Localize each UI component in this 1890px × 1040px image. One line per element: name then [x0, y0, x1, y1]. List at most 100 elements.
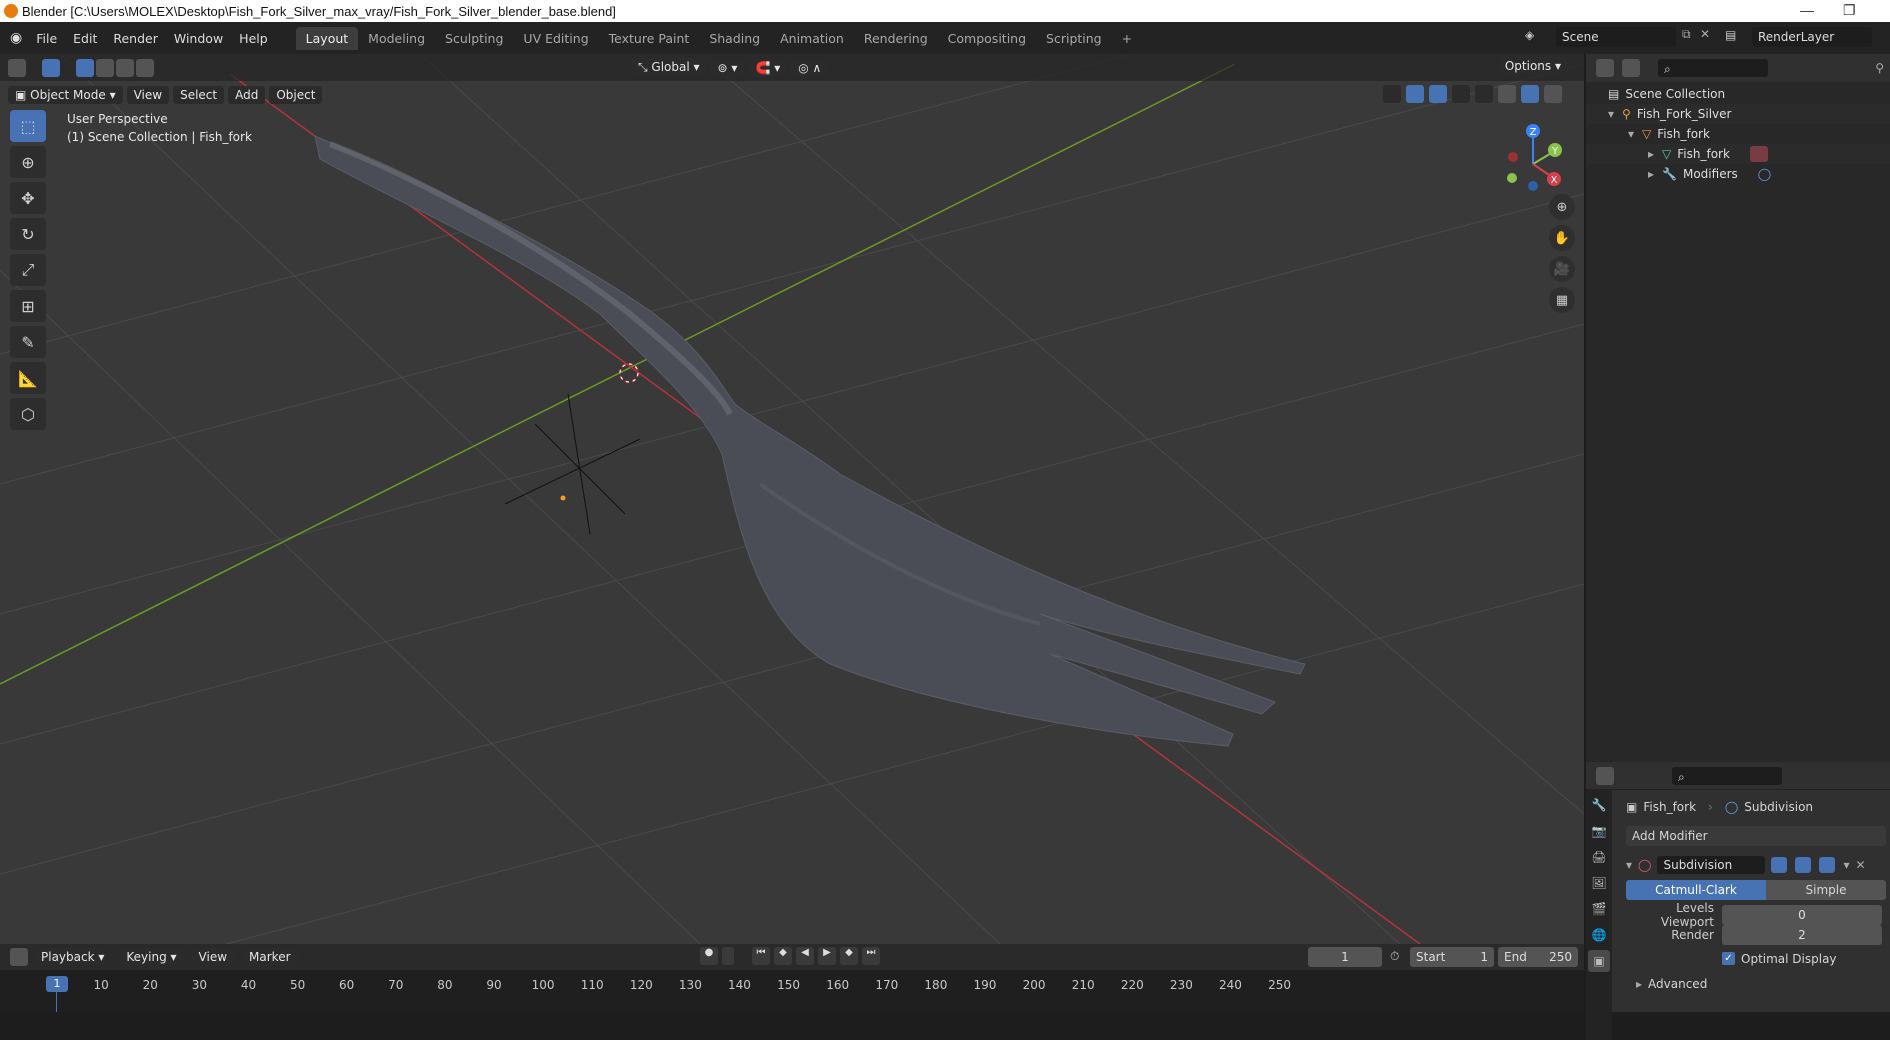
- select-intersect-icon[interactable]: [136, 58, 154, 77]
- properties-search-input[interactable]: ⌕: [1672, 766, 1782, 785]
- remove-modifier-icon[interactable]: ✕: [1856, 858, 1866, 872]
- ortho-grid-icon[interactable]: ▦: [1549, 287, 1575, 313]
- menu-file[interactable]: File: [28, 31, 65, 46]
- transform-tool-icon[interactable]: ⊞: [10, 290, 46, 322]
- menu-marker[interactable]: Marker: [242, 948, 298, 966]
- solid-shading-icon[interactable]: [1498, 85, 1516, 103]
- edit-mode-toggle-icon[interactable]: [1771, 857, 1788, 873]
- fish-fork-mesh[interactable]: [314, 135, 1306, 747]
- jump-start-icon[interactable]: ⏮: [752, 947, 770, 965]
- 3d-viewport[interactable]: ⤡ Global ▾ ⊚ ▾ 🧲 ▾ ◎ ∧ Options ▾ ▣ Objec…: [0, 54, 1584, 944]
- play-icon[interactable]: ▶: [818, 947, 836, 965]
- jump-keyframe-forward-icon[interactable]: ◆: [840, 947, 858, 965]
- wireframe-shading-icon[interactable]: [1475, 85, 1493, 103]
- menu-edit[interactable]: Edit: [65, 31, 105, 46]
- tab-modeling[interactable]: Modeling: [358, 27, 435, 50]
- add-cube-tool-icon[interactable]: ⬡: [10, 398, 46, 430]
- end-frame-field[interactable]: End 250: [1498, 947, 1578, 967]
- menu-playback[interactable]: Playback ▾: [34, 948, 112, 966]
- scene-icon[interactable]: ◈: [1525, 28, 1534, 42]
- menu-timeline-view[interactable]: View: [191, 948, 235, 966]
- add-modifier-button[interactable]: Add Modifier: [1626, 826, 1886, 846]
- tab-layout[interactable]: Layout: [295, 26, 359, 50]
- filter-icon[interactable]: ⚲: [1875, 61, 1884, 75]
- jump-end-icon[interactable]: ⏭: [862, 947, 880, 965]
- delete-scene-icon[interactable]: ✕: [1700, 27, 1710, 41]
- modifier-name-field[interactable]: Subdivision: [1657, 856, 1766, 874]
- modifier-expand-icon[interactable]: ▾: [1626, 858, 1632, 872]
- scene-tab-icon[interactable]: 🎬: [1588, 898, 1610, 920]
- menu-render[interactable]: Render: [105, 31, 166, 46]
- outliner-search-input[interactable]: ⌕: [1658, 59, 1768, 77]
- measure-tool-icon[interactable]: 📐: [10, 362, 46, 394]
- pivot-point-dropdown[interactable]: ⊚ ▾: [710, 58, 745, 77]
- play-reverse-icon[interactable]: ◀: [796, 947, 814, 965]
- record-icon[interactable]: ●: [700, 947, 718, 965]
- restore-icon[interactable]: ❐: [1843, 2, 1856, 19]
- outliner-editor-icon[interactable]: [1596, 59, 1614, 77]
- object-tab-icon[interactable]: ▣: [1588, 950, 1610, 972]
- 3d-cursor-icon[interactable]: [619, 363, 639, 383]
- material-icon[interactable]: [1749, 146, 1768, 162]
- keying-set-icon[interactable]: [722, 947, 734, 965]
- tab-compositing[interactable]: Compositing: [938, 27, 1036, 50]
- preview-range-icon[interactable]: ⏱: [1390, 949, 1399, 964]
- modifier-menu-icon[interactable]: ▾: [1843, 858, 1849, 872]
- properties-editor-icon[interactable]: [1596, 766, 1614, 785]
- collapse-arrow-icon[interactable]: ▸: [1648, 167, 1654, 181]
- select-box-tool-icon[interactable]: [42, 58, 60, 77]
- menu-window[interactable]: Window: [166, 31, 231, 46]
- new-scene-icon[interactable]: ⧉: [1682, 27, 1691, 42]
- menu-select[interactable]: Select: [173, 85, 225, 104]
- navigation-gizmo[interactable]: Z Y X: [1500, 114, 1580, 194]
- advanced-expand-icon[interactable]: ▸: [1636, 977, 1642, 991]
- tab-scripting[interactable]: Scripting: [1036, 27, 1112, 50]
- tab-uv-editing[interactable]: UV Editing: [513, 27, 598, 50]
- options-dropdown[interactable]: Options ▾: [1497, 57, 1568, 75]
- optimal-display-checkbox[interactable]: ✓: [1722, 952, 1735, 965]
- camera-view-icon[interactable]: 🎥: [1549, 256, 1575, 282]
- collapse-arrow-icon[interactable]: ▸: [1648, 147, 1654, 161]
- outliner-row-scene-collection[interactable]: ▤ Scene Collection: [1586, 84, 1890, 104]
- add-workspace-icon[interactable]: +: [1112, 27, 1142, 50]
- render-layer-icon[interactable]: ▤: [1725, 28, 1736, 42]
- menu-add[interactable]: Add: [228, 85, 266, 104]
- editor-type-icon[interactable]: [8, 58, 26, 77]
- advanced-panel-header[interactable]: ▸ Advanced: [1626, 974, 1886, 993]
- tab-texture-paint[interactable]: Texture Paint: [599, 27, 700, 50]
- menu-help[interactable]: Help: [231, 31, 276, 46]
- tool-tab-icon[interactable]: 🔧: [1588, 794, 1610, 816]
- view-layer-tab-icon[interactable]: 🖼: [1588, 872, 1610, 894]
- playhead-marker[interactable]: 1: [46, 976, 68, 992]
- output-tab-icon[interactable]: 🖨: [1588, 846, 1610, 868]
- select-extend-icon[interactable]: [96, 58, 114, 77]
- select-tool-icon[interactable]: ⬚: [10, 110, 46, 142]
- scale-tool-icon[interactable]: ⤢: [10, 254, 46, 286]
- select-new-icon[interactable]: [76, 58, 94, 77]
- tab-animation[interactable]: Animation: [770, 27, 854, 50]
- visibility-icon[interactable]: [1383, 85, 1401, 103]
- annotate-tool-icon[interactable]: ✎: [10, 326, 46, 358]
- jump-keyframe-back-icon[interactable]: ◆: [774, 947, 792, 965]
- simple-button[interactable]: Simple: [1766, 880, 1886, 900]
- catmull-clark-button[interactable]: Catmull-Clark: [1626, 880, 1766, 900]
- mode-dropdown[interactable]: ▣ Object Mode ▾: [8, 85, 123, 104]
- transform-orientation-dropdown[interactable]: ⤡ Global ▾: [631, 58, 707, 77]
- empty-object[interactable]: [504, 393, 641, 535]
- viewport-display-toggle-icon[interactable]: [1795, 857, 1812, 873]
- render-tab-icon[interactable]: 📷: [1588, 820, 1610, 842]
- start-frame-field[interactable]: Start 1: [1410, 947, 1494, 967]
- render-toggle-icon[interactable]: [1819, 857, 1836, 873]
- outliner-row-fish-fork-mesh[interactable]: ▸ ▽ Fish_fork: [1586, 144, 1890, 164]
- subdivision-modifier-icon[interactable]: ◯: [1758, 167, 1771, 181]
- world-tab-icon[interactable]: 🌐: [1588, 924, 1610, 946]
- levels-viewport-field[interactable]: 0: [1722, 904, 1882, 925]
- xray-icon[interactable]: [1452, 85, 1470, 103]
- menu-view[interactable]: View: [126, 85, 170, 104]
- minimize-icon[interactable]: —: [1800, 2, 1814, 18]
- render-levels-field[interactable]: 2: [1722, 924, 1882, 945]
- expand-arrow-icon[interactable]: ▾: [1628, 127, 1634, 141]
- outliner-row-fish-fork-silver[interactable]: ▾ ⚲ Fish_Fork_Silver: [1586, 104, 1890, 124]
- timeline-editor-icon[interactable]: [10, 948, 28, 966]
- proportional-edit-toggle[interactable]: ◎ ∧: [791, 58, 829, 77]
